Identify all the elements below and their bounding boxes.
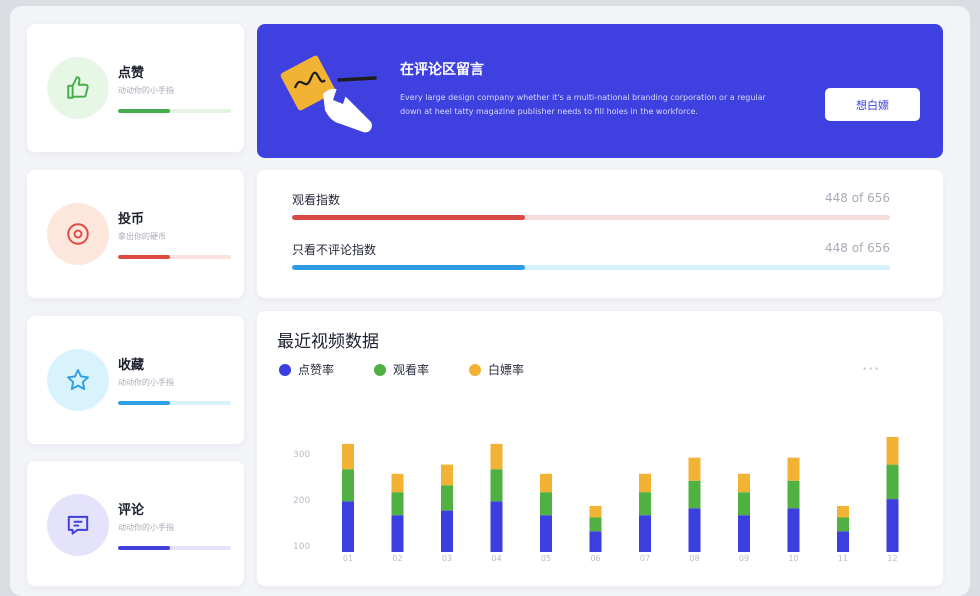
bar-cap <box>688 544 701 552</box>
y-tick-label: 200 <box>293 496 310 506</box>
x-tick-label: 12 <box>887 554 897 563</box>
bar-cap <box>639 473 651 482</box>
bar-cap <box>490 544 503 552</box>
bar-cap <box>787 457 800 466</box>
like-icon-circle <box>47 57 109 119</box>
bar-cap <box>837 544 849 552</box>
stat-progress-bar <box>118 546 231 550</box>
bar-cap <box>738 473 750 482</box>
stat-progress-fill <box>118 255 170 259</box>
bar-segment-观看率[interactable] <box>342 469 354 502</box>
banner-action-button[interactable]: 想白嫖 <box>825 88 920 121</box>
progress-fill <box>292 265 526 270</box>
x-tick-label: 11 <box>838 554 848 563</box>
bar-segment-观看率[interactable] <box>540 492 552 516</box>
banner-title: 在评论区留言 <box>400 62 484 78</box>
x-tick-label: 08 <box>689 554 699 563</box>
bar-cap <box>787 544 800 552</box>
bar-segment-观看率[interactable] <box>639 492 651 516</box>
banner-description: Every large design company whether it's … <box>400 93 766 116</box>
star-icon <box>67 369 89 390</box>
bar-segment-观看率[interactable] <box>688 480 701 509</box>
stat-progress-bar <box>118 401 231 405</box>
bar-cap <box>391 544 404 552</box>
stat-subtitle: 拿出你的硬币 <box>118 232 166 241</box>
coin-icon-circle <box>47 203 109 265</box>
stat-card-favorite[interactable]: 收藏 动动你的小手指 <box>27 316 244 444</box>
bar-cap <box>639 544 651 552</box>
target-coin-icon <box>67 223 89 245</box>
comment-icon-circle <box>47 494 109 556</box>
progress-fill <box>292 215 526 220</box>
bar-segment-观看率[interactable] <box>391 492 404 516</box>
stat-progress-bar <box>118 109 231 113</box>
x-tick-label: 10 <box>788 554 798 563</box>
bar-segment-观看率[interactable] <box>886 464 899 500</box>
stat-title: 收藏 <box>118 358 145 373</box>
stat-card-comment[interactable]: 评论 动动你的小手指 <box>27 461 244 586</box>
bar-cap <box>540 473 552 482</box>
progress-count: 448 of 656 <box>824 191 890 205</box>
bar-segment-观看率[interactable] <box>441 485 453 511</box>
stat-title: 投币 <box>118 212 145 227</box>
bar-cap <box>886 437 899 445</box>
bar-segment-观看率[interactable] <box>837 517 849 532</box>
stat-subtitle: 动动你的小手指 <box>118 86 174 95</box>
bar-cap <box>441 464 453 473</box>
bar-cap <box>391 473 404 482</box>
bar-cap <box>540 544 552 552</box>
progress-card: 观看指数 448 of 656 只看不评论指数 448 of 656 <box>257 170 943 298</box>
stat-subtitle: 动动你的小手指 <box>118 378 174 387</box>
bar-segment-观看率[interactable] <box>589 517 602 532</box>
message-icon <box>67 515 89 535</box>
bar-cap <box>837 506 849 514</box>
bar-cap <box>342 544 354 552</box>
bar-cap <box>886 544 899 552</box>
x-tick-label: 04 <box>491 554 501 563</box>
x-tick-label: 07 <box>640 554 650 563</box>
bar-cap <box>441 544 453 552</box>
progress-track <box>292 265 890 270</box>
bar-cap <box>589 544 602 552</box>
stat-card-like[interactable]: 点赞 动动你的小手指 <box>27 24 244 152</box>
x-tick-label: 09 <box>739 554 749 563</box>
progress-label: 只看不评论指数 <box>292 243 377 257</box>
comment-banner: 在评论区留言 Every large design company whethe… <box>257 24 943 158</box>
x-tick-label: 06 <box>590 554 600 563</box>
bar-cap <box>490 443 503 452</box>
bar-cap <box>688 457 701 466</box>
bar-cap <box>738 544 750 552</box>
progress-track <box>292 215 890 220</box>
y-tick-label: 300 <box>293 450 310 460</box>
progress-count: 448 of 656 <box>824 241 890 255</box>
stacked-bar-chart: 100 200 300 01 02 03 04 05 06 07 08 09 10 11 12 <box>293 437 899 563</box>
video-data-chart-card: 最近视频数据 点赞率 观看率 白嫖率 ··· 100 200 300 01 02 03 04… <box>257 311 943 586</box>
stat-title: 评论 <box>118 503 145 518</box>
stat-progress-bar <box>118 255 231 259</box>
favorite-icon-circle <box>47 349 109 411</box>
stat-subtitle: 动动你的小手指 <box>118 523 174 532</box>
bar-cap <box>342 443 354 452</box>
stat-progress-fill <box>118 109 170 113</box>
bar-segment-观看率[interactable] <box>738 492 750 516</box>
stat-card-coin[interactable]: 投币 拿出你的硬币 <box>27 170 244 298</box>
bar-cap <box>589 506 602 514</box>
x-tick-label: 05 <box>541 554 551 563</box>
y-tick-label: 100 <box>293 542 310 552</box>
thumbs-up-icon <box>67 76 89 99</box>
hand-writing-illustration-icon <box>280 55 377 133</box>
stat-title: 点赞 <box>118 66 145 81</box>
progress-label: 观看指数 <box>292 193 341 207</box>
bar-segment-观看率[interactable] <box>787 480 800 509</box>
bar-segment-观看率[interactable] <box>490 469 503 502</box>
x-tick-label: 01 <box>343 554 353 563</box>
x-tick-label: 02 <box>392 554 402 563</box>
stat-progress-fill <box>118 546 170 550</box>
stat-progress-fill <box>118 401 170 405</box>
x-tick-label: 03 <box>442 554 452 563</box>
